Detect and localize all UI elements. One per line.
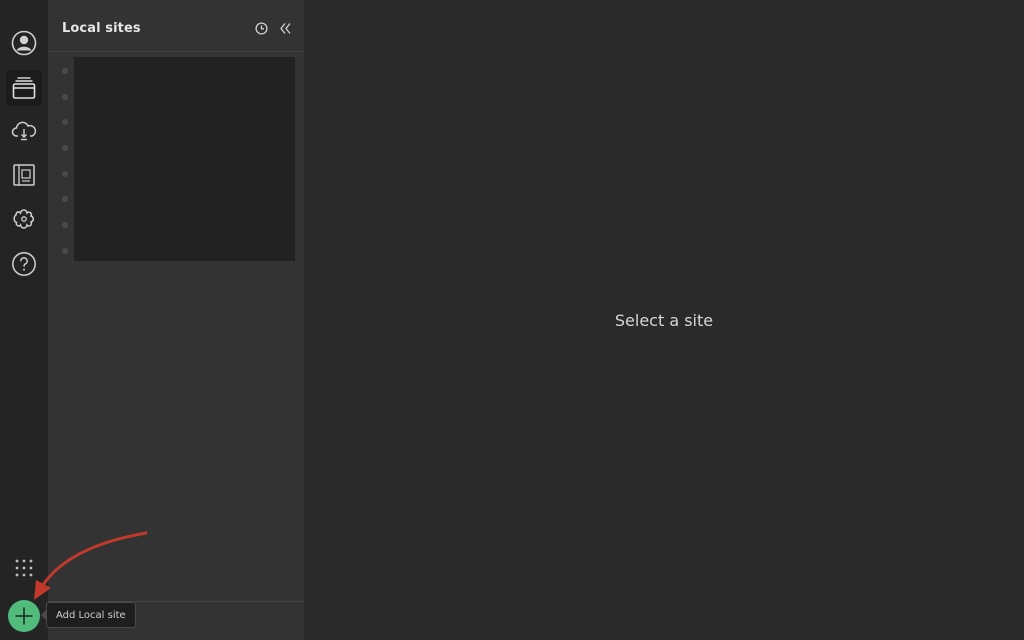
- collapse-panel-button[interactable]: [278, 21, 292, 35]
- nav-rail: [0, 0, 48, 640]
- clock-icon: [254, 21, 268, 35]
- add-local-site-button[interactable]: [8, 600, 40, 632]
- add-site-tooltip: Add Local site: [46, 602, 136, 628]
- placeholder-dot: [62, 248, 68, 254]
- add-ons-icon: [13, 209, 34, 229]
- apps-grid-button[interactable]: [14, 558, 34, 578]
- placeholder-dot: [62, 145, 68, 151]
- cloud-connect-icon: [11, 121, 37, 141]
- local-sites-icon: [12, 77, 36, 99]
- placeholder-dot: [62, 94, 68, 100]
- blueprints-icon: [13, 164, 35, 186]
- panel-header: Local sites: [48, 0, 304, 52]
- placeholder-dot: [62, 222, 68, 228]
- nav-help-button[interactable]: [6, 246, 42, 282]
- help-icon: [12, 252, 36, 276]
- nav-user-button[interactable]: [6, 25, 42, 61]
- placeholder-dot: [62, 68, 68, 74]
- empty-state-message: Select a site: [614, 311, 714, 330]
- site-list-placeholder: [74, 57, 295, 261]
- grid-dots-icon: [15, 559, 33, 577]
- nav-blueprints-button[interactable]: [6, 157, 42, 193]
- nav-local-sites-button[interactable]: [6, 70, 42, 106]
- placeholder-dot: [62, 171, 68, 177]
- sites-panel: Local sites: [48, 0, 304, 640]
- plus-icon: [15, 607, 33, 625]
- double-chevron-left-icon: [279, 22, 291, 34]
- nav-add-ons-button[interactable]: [6, 201, 42, 237]
- history-button[interactable]: [254, 21, 268, 35]
- main-content: Select a site: [304, 0, 1024, 640]
- user-avatar-icon: [11, 30, 37, 56]
- placeholder-dot: [62, 119, 68, 125]
- nav-cloud-button[interactable]: [6, 112, 42, 148]
- placeholder-dot: [62, 196, 68, 202]
- panel-title: Local sites: [62, 21, 141, 36]
